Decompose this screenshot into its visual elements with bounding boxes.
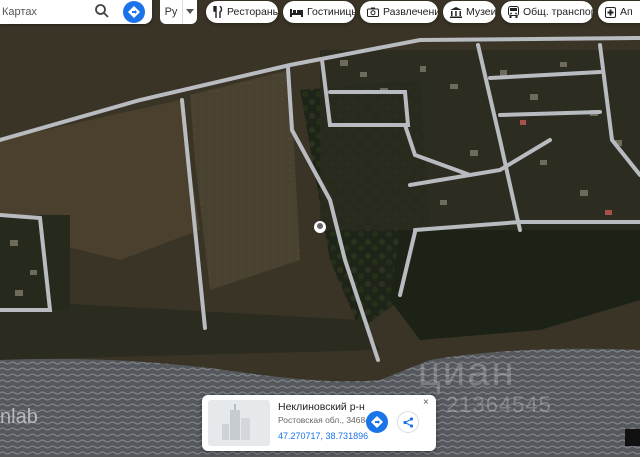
chip-label: Общ. транспорт	[523, 6, 593, 18]
watermark-left: nlab	[0, 406, 38, 428]
chip-label: Рестораны	[227, 6, 278, 18]
fork-knife-icon	[213, 6, 223, 18]
language-dropdown-button[interactable]	[182, 0, 197, 24]
camera-icon	[367, 7, 379, 17]
card-directions-button[interactable]	[366, 411, 388, 433]
search-input[interactable]: Картах	[0, 6, 94, 18]
share-icon	[402, 416, 413, 428]
chip-label: Ап	[620, 6, 633, 18]
expand-panel-button[interactable]	[625, 429, 640, 446]
directions-icon	[128, 6, 140, 18]
place-title: Неклиновский р-н	[278, 401, 365, 413]
watermark-logo: циан	[418, 350, 516, 394]
pharmacy-icon	[605, 6, 616, 18]
chip-entertainment[interactable]: Развлечения	[360, 1, 438, 23]
chip-label: Развлечения	[383, 6, 438, 18]
bus-icon	[508, 6, 519, 18]
chip-museums[interactable]: Музеи	[443, 1, 496, 23]
place-thumbnail[interactable]	[208, 400, 270, 446]
top-bar: Картах Ру Рестораны Гостиницы Развлечени…	[0, 0, 640, 26]
close-card-button[interactable]: ×	[423, 397, 429, 408]
place-address: Ростовская обл., 346848	[278, 415, 375, 425]
bed-icon	[290, 9, 303, 17]
chip-label: Музеи	[466, 6, 496, 18]
chip-hotels[interactable]: Гостиницы	[283, 1, 355, 23]
watermark-number: 21364545	[446, 392, 552, 417]
location-pin-icon[interactable]	[314, 221, 326, 233]
chevron-down-icon	[186, 9, 194, 14]
chip-public-transport[interactable]: Общ. транспорт	[501, 1, 593, 23]
satellite-map[interactable]	[0, 0, 640, 457]
building-thumbnail-icon	[208, 400, 270, 446]
chip-label: Гостиницы	[307, 6, 355, 18]
place-coordinates[interactable]: 47.270717, 38.731896	[278, 431, 368, 441]
directions-button[interactable]	[123, 1, 145, 23]
card-share-button[interactable]	[397, 411, 419, 433]
museum-icon	[450, 6, 462, 18]
language-selector[interactable]: Ру	[160, 0, 182, 24]
search-icon[interactable]	[93, 2, 111, 20]
search-box[interactable]: Картах	[0, 0, 152, 24]
chip-restaurants[interactable]: Рестораны	[206, 1, 278, 23]
directions-icon	[371, 416, 383, 428]
chip-pharmacy[interactable]: Ап	[598, 1, 640, 23]
